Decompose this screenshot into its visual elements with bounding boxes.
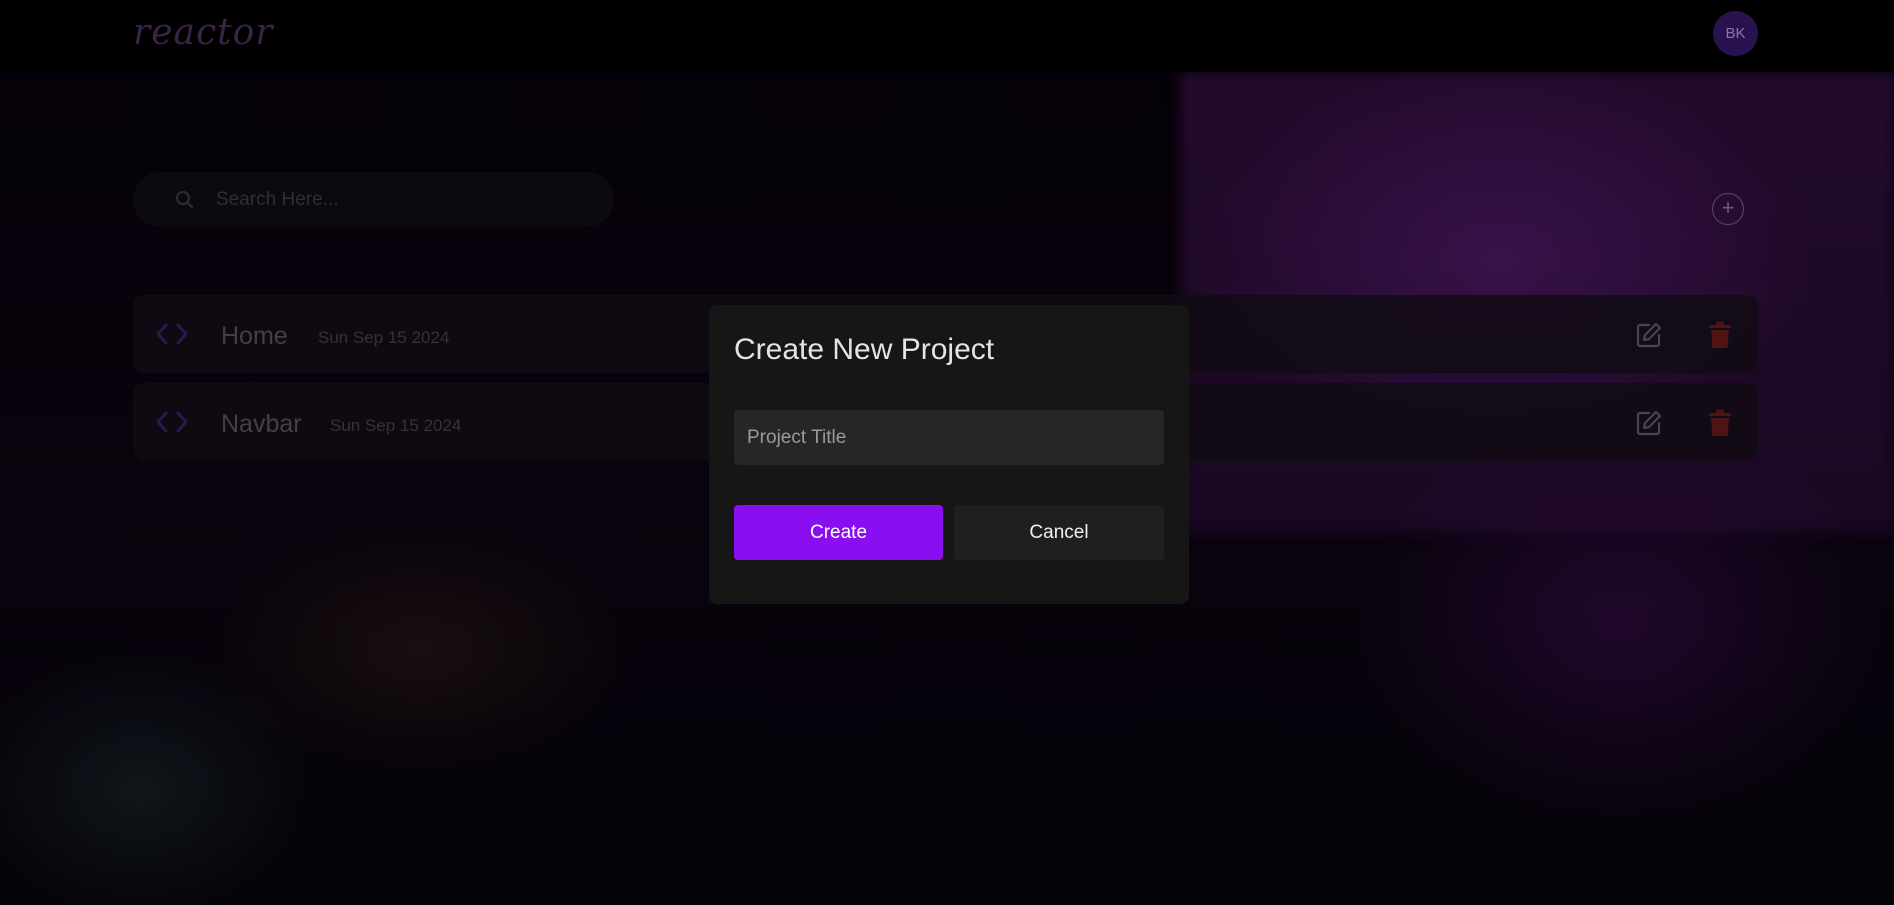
cancel-button[interactable]: Cancel (954, 505, 1164, 560)
user-avatar[interactable]: BK (1713, 11, 1758, 56)
app-logo[interactable]: reactor (133, 12, 274, 53)
top-navbar: reactor BK (0, 0, 1894, 72)
project-title-input[interactable] (734, 410, 1164, 465)
create-button[interactable]: Create (734, 505, 943, 560)
create-project-modal: Create New Project Create Cancel (709, 305, 1189, 604)
modal-title: Create New Project (734, 333, 995, 366)
